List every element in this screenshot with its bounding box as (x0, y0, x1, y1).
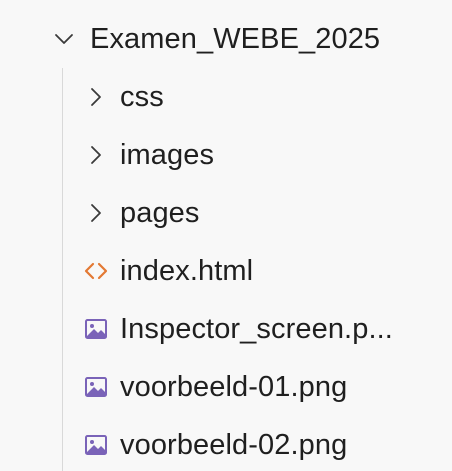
file-explorer: Examen_WEBE_2025 css images pages index.… (0, 0, 452, 471)
html-file-icon (84, 259, 108, 283)
file-voorbeeld-01[interactable]: voorbeeld-01.png (0, 358, 452, 416)
folder-label: pages (120, 196, 200, 229)
folder-examen-webe-2025[interactable]: Examen_WEBE_2025 (0, 10, 452, 68)
file-index-html[interactable]: index.html (0, 242, 452, 300)
file-label: index.html (120, 254, 254, 287)
folder-label: images (120, 138, 215, 171)
file-label: Inspector_screen.p... (120, 312, 393, 345)
folder-images[interactable]: images (0, 126, 452, 184)
file-voorbeeld-02[interactable]: voorbeeld-02.png (0, 416, 452, 471)
file-inspector-screen[interactable]: Inspector_screen.p... (0, 300, 452, 358)
chevron-right-icon (84, 143, 108, 167)
chevron-down-icon (52, 27, 76, 51)
folder-pages[interactable]: pages (0, 184, 452, 242)
chevron-right-icon (84, 201, 108, 225)
file-label: voorbeeld-02.png (120, 428, 348, 461)
folder-label: css (120, 80, 164, 113)
image-file-icon (84, 375, 108, 399)
chevron-right-icon (84, 85, 108, 109)
image-file-icon (84, 433, 108, 457)
image-file-icon (84, 317, 108, 341)
file-label: voorbeeld-01.png (120, 370, 348, 403)
folder-css[interactable]: css (0, 68, 452, 126)
folder-label: Examen_WEBE_2025 (90, 22, 381, 55)
